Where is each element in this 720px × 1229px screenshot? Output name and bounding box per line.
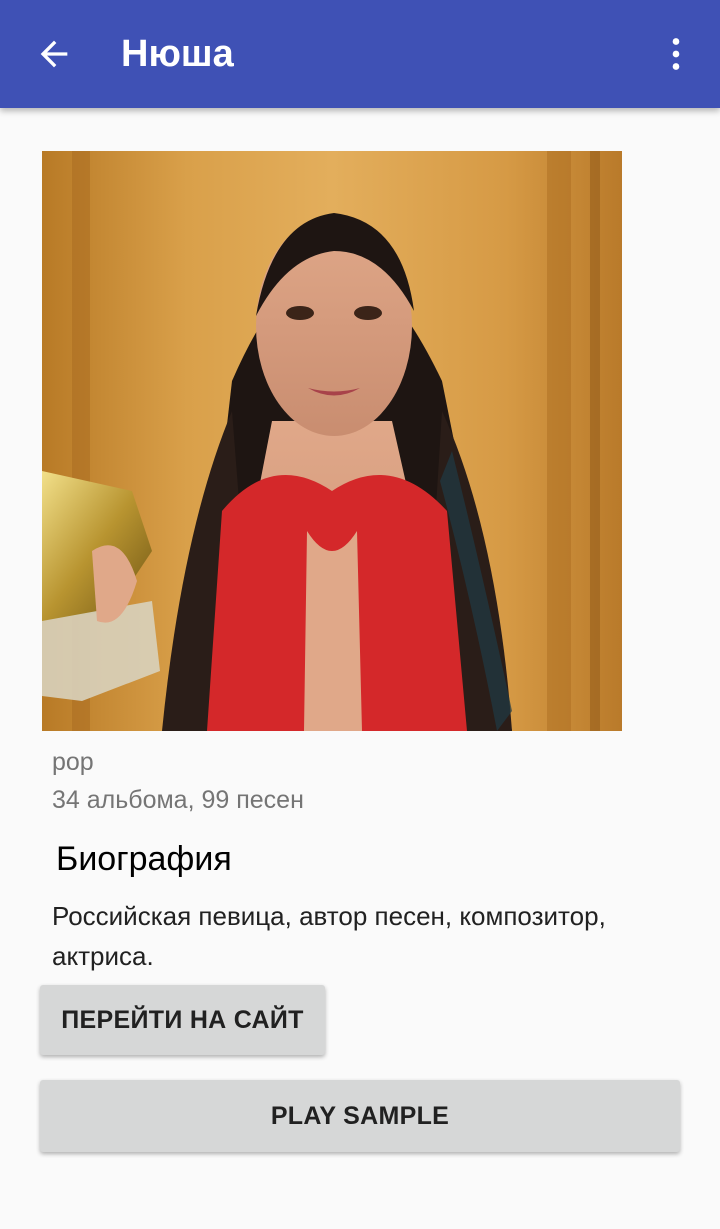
more-vert-icon: [672, 38, 680, 70]
back-button[interactable]: [22, 22, 86, 86]
biography-heading: Биография: [56, 840, 232, 878]
artist-genre: pop: [52, 748, 94, 776]
play-sample-button[interactable]: PLAY SAMPLE: [40, 1080, 680, 1152]
app-bar: Нюша: [0, 0, 720, 108]
artist-stats: 34 альбома, 99 песен: [52, 786, 304, 814]
biography-text: Российская певица, автор песен, композит…: [52, 901, 606, 971]
page-title: Нюша: [121, 33, 234, 75]
go-to-website-button[interactable]: ПЕРЕЙТИ НА САЙТ: [40, 985, 325, 1055]
overflow-menu-button[interactable]: [646, 22, 706, 86]
arrow-left-icon: [40, 40, 68, 68]
artist-photo: [42, 151, 622, 731]
